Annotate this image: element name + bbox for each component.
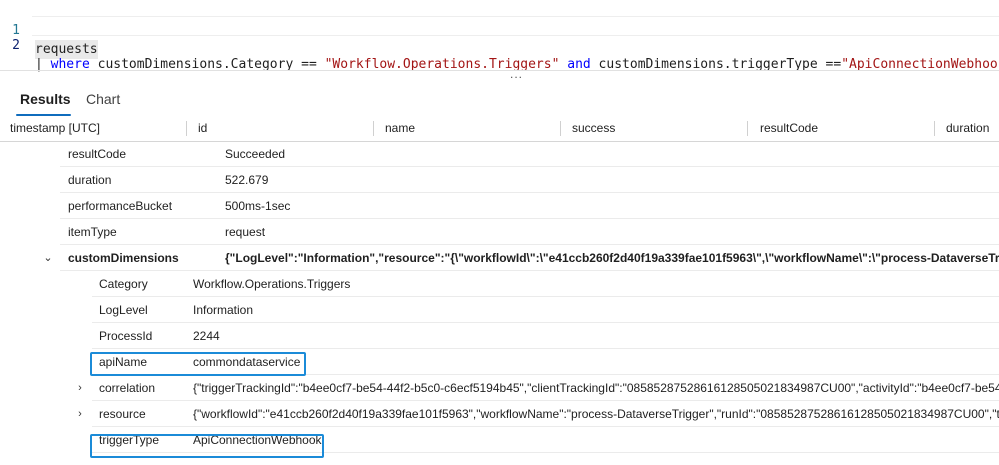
detail-row: duration 522.679 <box>0 167 999 193</box>
query-editor[interactable]: 1 requests 2 | where customDimensions.Ca… <box>0 0 999 72</box>
row-value: 500ms-1sec <box>225 199 291 213</box>
row-value: commondataservice <box>193 355 301 369</box>
row-value: 2244 <box>193 329 220 343</box>
row-key: correlation <box>99 381 156 395</box>
row-value: Information <box>193 303 254 317</box>
nested-row: LogLevel Information <box>0 297 999 323</box>
nested-row: ProcessId 2244 <box>0 323 999 349</box>
row-value: {"workflowId":"e41ccb260f2d40f19a339fae1… <box>193 407 999 421</box>
row-value: 522.679 <box>225 173 269 187</box>
results-tabs: Results Chart <box>0 84 999 116</box>
column-header-resultcode[interactable]: resultCode <box>760 116 818 141</box>
tab-chart[interactable]: Chart <box>86 90 120 108</box>
row-value: request <box>225 225 266 239</box>
detail-row: performanceBucket 500ms-1sec <box>0 193 999 219</box>
column-header-timestamp[interactable]: timestamp [UTC] <box>10 116 100 141</box>
detail-row: resultCode Succeeded <box>0 141 999 167</box>
drag-handle-icon[interactable]: ... <box>510 67 523 81</box>
row-key: resultCode <box>68 147 127 161</box>
pane-splitter[interactable]: ... <box>0 67 999 81</box>
column-header-success[interactable]: success <box>572 116 615 141</box>
column-divider[interactable] <box>186 121 187 136</box>
column-divider[interactable] <box>560 121 561 136</box>
chevron-down-icon[interactable]: ⌄ <box>42 245 54 271</box>
highlight-box-triggertype <box>90 434 324 458</box>
nested-row: Category Workflow.Operations.Triggers <box>0 271 999 297</box>
row-value: {"LogLevel":"Information","resource":"{\… <box>225 251 999 265</box>
row-key: performanceBucket <box>68 199 173 213</box>
row-key: duration <box>68 173 112 187</box>
nested-row-resource[interactable]: › resource {"workflowId":"e41ccb260f2d40… <box>0 401 999 427</box>
row-value: Workflow.Operations.Triggers <box>193 277 351 291</box>
column-divider[interactable] <box>747 121 748 136</box>
grid-header: timestamp [UTC] id name success resultCo… <box>0 116 999 142</box>
nested-row-correlation[interactable]: › correlation {"triggerTrackingId":"b4ee… <box>0 375 999 401</box>
row-value: Succeeded <box>225 147 286 161</box>
tab-results[interactable]: Results <box>20 90 71 108</box>
row-key: Category <box>99 277 148 291</box>
column-header-name[interactable]: name <box>385 116 415 141</box>
column-divider[interactable] <box>934 121 935 136</box>
column-divider[interactable] <box>373 121 374 136</box>
row-key: resource <box>99 407 146 421</box>
column-header-id[interactable]: id <box>198 116 207 141</box>
row-key: ProcessId <box>99 329 153 343</box>
line-number: 2 <box>12 38 20 53</box>
detail-row-customdimensions[interactable]: ⌄ customDimensions {"LogLevel":"Informat… <box>0 245 999 271</box>
code-line-2[interactable]: 2 | where customDimensions.Category == "… <box>0 17 999 72</box>
chevron-right-icon[interactable]: › <box>74 401 86 427</box>
highlight-box-apiname <box>90 352 306 376</box>
row-value: {"triggerTrackingId":"b4ee0cf7-be54-44f2… <box>193 381 999 395</box>
detail-row: itemType request <box>0 219 999 245</box>
row-key: LogLevel <box>99 303 148 317</box>
column-header-duration[interactable]: duration <box>946 116 989 141</box>
row-key: itemType <box>68 225 117 239</box>
chevron-right-icon[interactable]: › <box>74 375 86 401</box>
row-key: customDimensions <box>68 251 179 265</box>
